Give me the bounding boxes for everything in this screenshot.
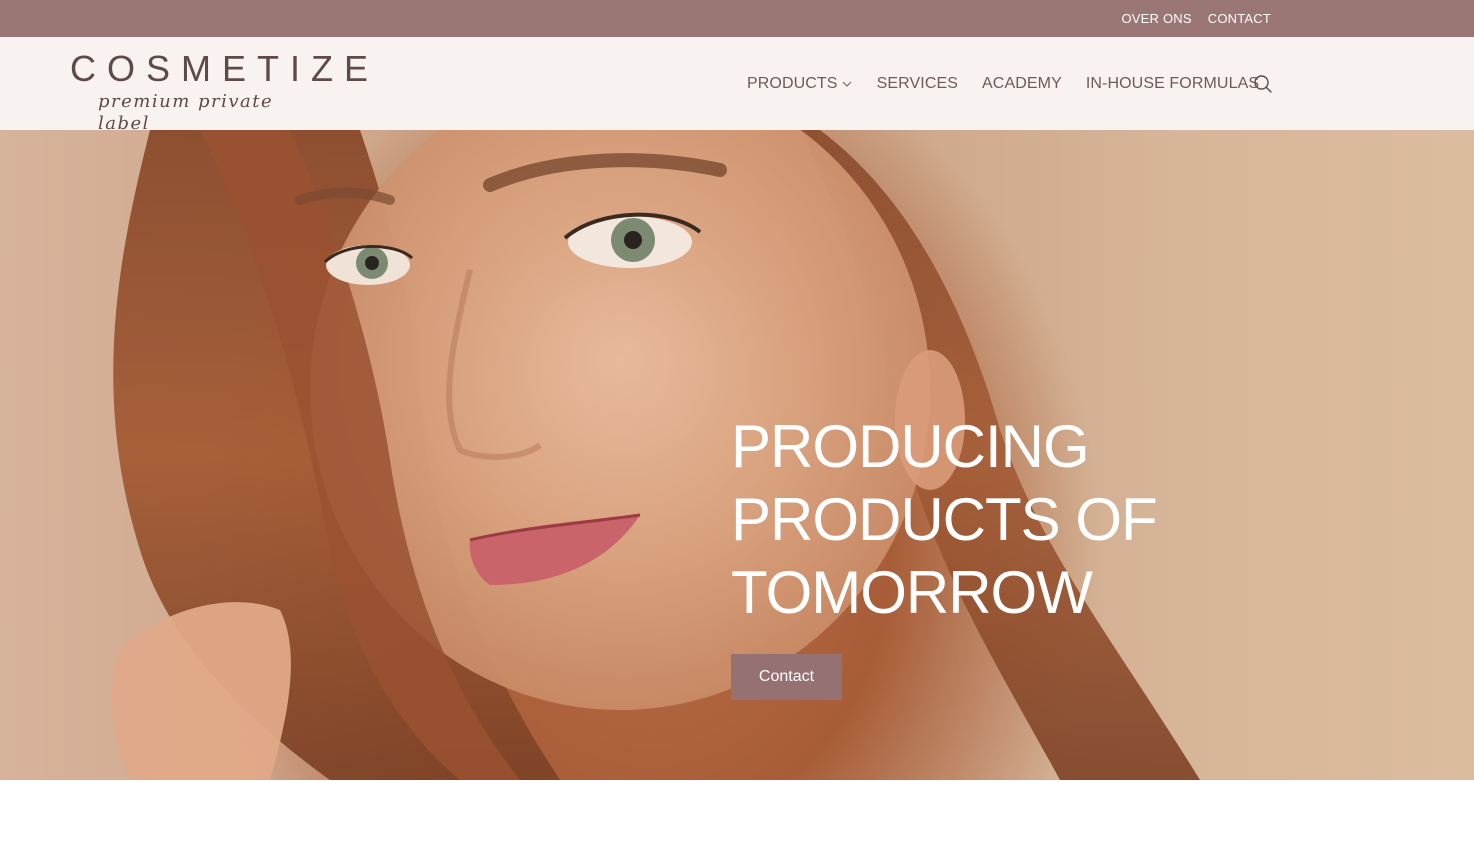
main-nav: PRODUCTS SERVICES ACADEMY IN-HOUSE FORMU… [747, 37, 1259, 130]
chevron-down-icon [842, 81, 851, 87]
nav-item-label: SERVICES [876, 74, 959, 92]
contact-link[interactable]: CONTACT [1208, 11, 1271, 26]
utility-links: OVER ONS CONTACT [1122, 0, 1272, 37]
nav-item-label: IN-HOUSE FORMULAS [1085, 74, 1260, 92]
hero-headline-line-2: PRODUCTS OF [731, 486, 1158, 553]
hero-headline-line-1: PRODUCING [731, 413, 1090, 480]
hero-headline: PRODUCING PRODUCTS OF TOMORROW [731, 410, 1291, 629]
top-utility-bar: OVER ONS CONTACT [0, 0, 1474, 37]
over-ons-link[interactable]: OVER ONS [1122, 11, 1192, 26]
nav-item-in-house-formulas[interactable]: IN-HOUSE FORMULAS [1086, 75, 1259, 93]
logo-wordmark: COSMETIZE [70, 48, 380, 89]
nav-item-label: PRODUCTS [747, 74, 838, 92]
search-icon[interactable] [1252, 73, 1274, 95]
nav-item-label: ACADEMY [982, 74, 1062, 92]
contact-button[interactable]: Contact [731, 654, 842, 700]
hero-headline-line-3: TOMORROW [731, 559, 1093, 626]
hero-banner: PRODUCING PRODUCTS OF TOMORROW Contact [0, 130, 1474, 780]
nav-item-products[interactable]: PRODUCTS [747, 75, 853, 93]
nav-item-services[interactable]: SERVICES [877, 75, 958, 93]
cosmetize-logo[interactable]: COSMETIZE premium private label [70, 51, 368, 135]
page-content-area [0, 780, 1474, 841]
logo-tagline: premium private label [98, 91, 274, 134]
nav-item-academy[interactable]: ACADEMY [982, 75, 1062, 93]
site-header: COSMETIZE premium private label PRODUCTS… [0, 37, 1474, 135]
